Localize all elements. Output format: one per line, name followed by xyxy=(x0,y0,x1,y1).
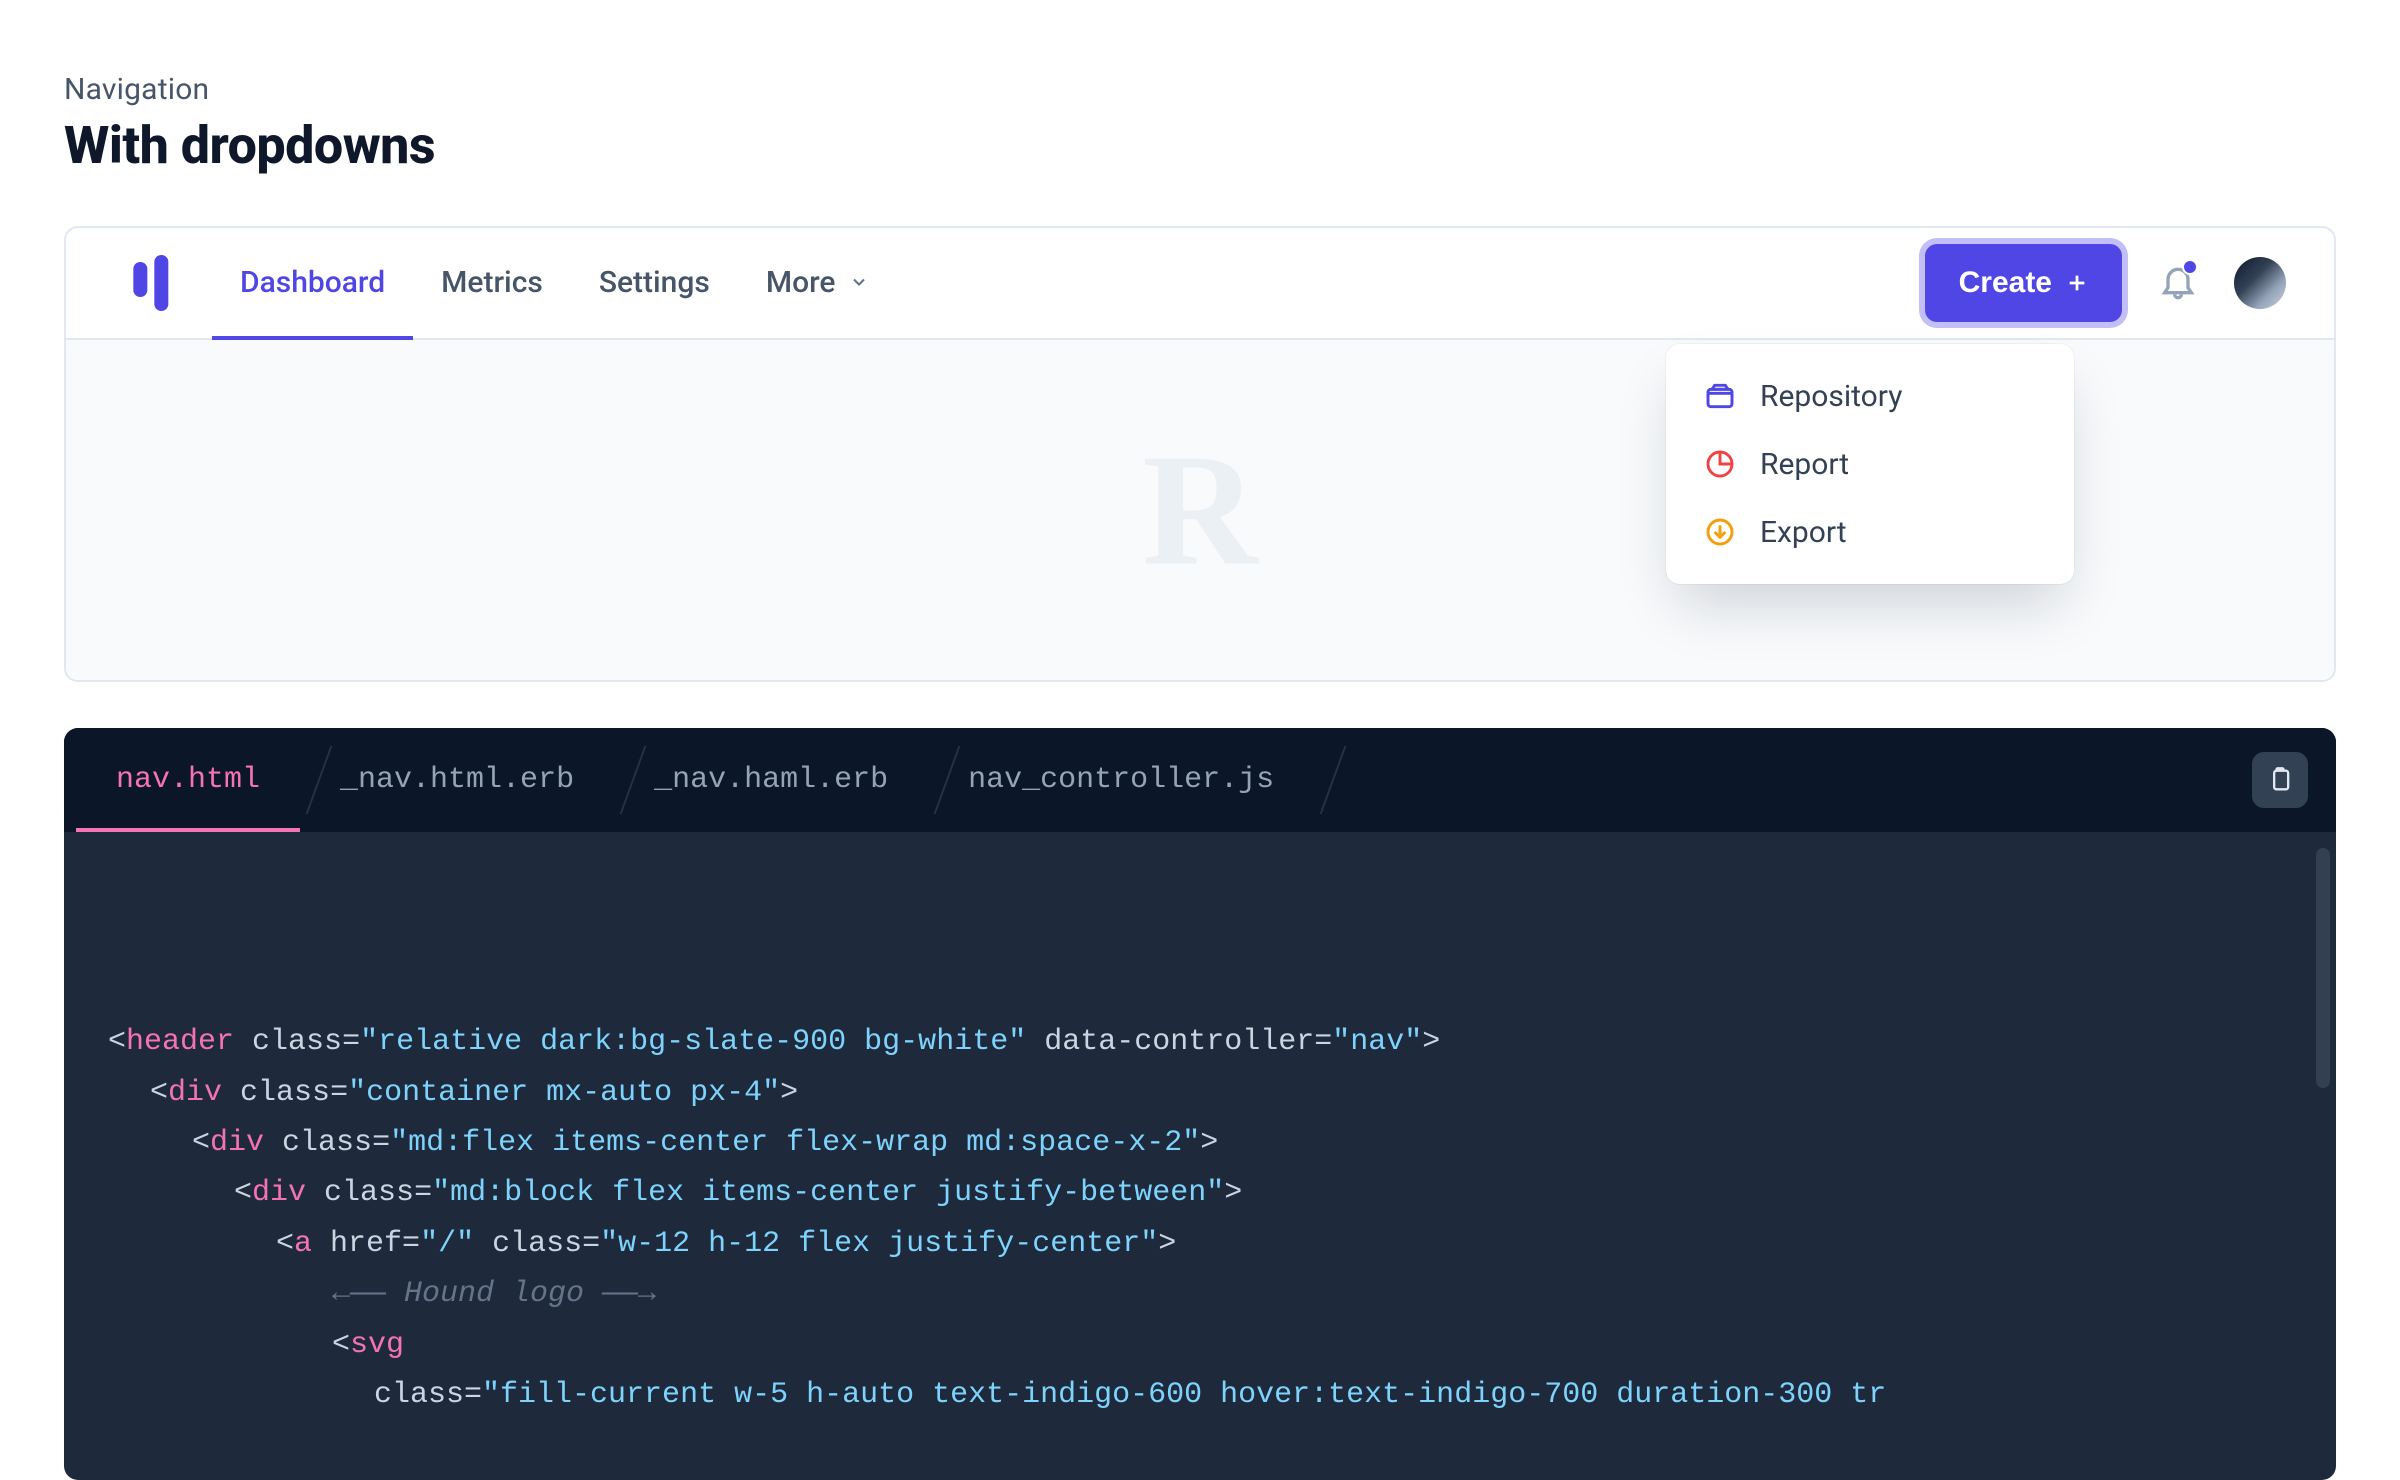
code-line: <a href="/" class="w-12 h-12 flex justif… xyxy=(108,1219,2336,1269)
dropdown-item-repository[interactable]: Repository xyxy=(1666,362,2074,430)
code-line: class="fill-current w-5 h-auto text-indi… xyxy=(108,1370,2336,1420)
copy-code-button[interactable] xyxy=(2252,752,2308,808)
nav-item-more[interactable]: More xyxy=(738,228,898,340)
dropdown-item-report[interactable]: Report xyxy=(1666,430,2074,498)
dropdown-item-label: Repository xyxy=(1760,379,1902,414)
nav-item-dashboard[interactable]: Dashboard xyxy=(212,228,413,340)
code-line: <div class="md:block flex items-center j… xyxy=(108,1168,2336,1218)
code-body[interactable]: <header class="relative dark:bg-slate-90… xyxy=(64,832,2336,1480)
code-line: ←—— Hound logo ——→ xyxy=(108,1269,2336,1319)
code-line: <svg xyxy=(108,1320,2336,1370)
code-panel: nav.html _nav.html.erb _nav.haml.erb nav… xyxy=(64,728,2336,1480)
code-line: <div class="md:flex items-center flex-wr… xyxy=(108,1118,2336,1168)
dropdown-item-label: Export xyxy=(1760,515,1847,550)
pie-chart-icon xyxy=(1702,446,1738,482)
code-tab-nav-haml[interactable]: _nav.haml.erb xyxy=(614,728,928,832)
navbar-right: Create xyxy=(1925,244,2286,322)
code-line: <header class="relative dark:bg-slate-90… xyxy=(108,1017,2336,1067)
nav-item-label: More xyxy=(766,265,836,300)
dropdown-item-export[interactable]: Export xyxy=(1666,498,2074,566)
nav-item-settings[interactable]: Settings xyxy=(571,228,738,340)
code-tab-label: nav.html xyxy=(116,763,260,797)
download-circle-icon xyxy=(1702,514,1738,550)
chevron-down-icon xyxy=(849,265,869,300)
dropdown-item-label: Report xyxy=(1760,447,1849,482)
logo-icon xyxy=(128,255,176,311)
code-tab-label: _nav.html.erb xyxy=(340,763,574,797)
avatar[interactable] xyxy=(2234,257,2286,309)
clipboard-icon xyxy=(2266,766,2294,794)
section-title: With dropdowns xyxy=(64,115,2336,176)
notification-indicator-dot xyxy=(2182,259,2198,275)
code-tab-label: nav_controller.js xyxy=(968,763,1274,797)
code-scrollbar[interactable] xyxy=(2316,848,2330,1088)
create-button[interactable]: Create xyxy=(1925,244,2122,322)
section-eyebrow: Navigation xyxy=(64,72,2336,107)
create-button-label: Create xyxy=(1959,266,2052,300)
code-tab-label: _nav.haml.erb xyxy=(654,763,888,797)
notifications-button[interactable] xyxy=(2158,261,2198,305)
code-line: <div class="container mx-auto px-4"> xyxy=(108,1068,2336,1118)
nav-item-label: Dashboard xyxy=(240,265,385,300)
create-dropdown: Repository Report Export xyxy=(1666,344,2074,584)
nav-item-label: Settings xyxy=(599,265,710,300)
code-tab-nav-html[interactable]: nav.html xyxy=(76,728,300,832)
code-tab-nav-erb[interactable]: _nav.html.erb xyxy=(300,728,614,832)
code-tabs: nav.html _nav.html.erb _nav.haml.erb nav… xyxy=(64,728,2336,832)
nav-item-label: Metrics xyxy=(441,265,543,300)
watermark-letter: R xyxy=(1142,418,1258,603)
nav-item-metrics[interactable]: Metrics xyxy=(413,228,571,340)
app-logo[interactable] xyxy=(128,255,178,311)
navbar: Dashboard Metrics Settings More Create xyxy=(66,228,2334,340)
box-icon xyxy=(1702,378,1738,414)
plus-icon xyxy=(2066,272,2088,294)
preview-card: Dashboard Metrics Settings More Create xyxy=(64,226,2336,682)
code-tab-nav-controller[interactable]: nav_controller.js xyxy=(928,728,1314,832)
nav-items: Dashboard Metrics Settings More xyxy=(212,228,897,338)
